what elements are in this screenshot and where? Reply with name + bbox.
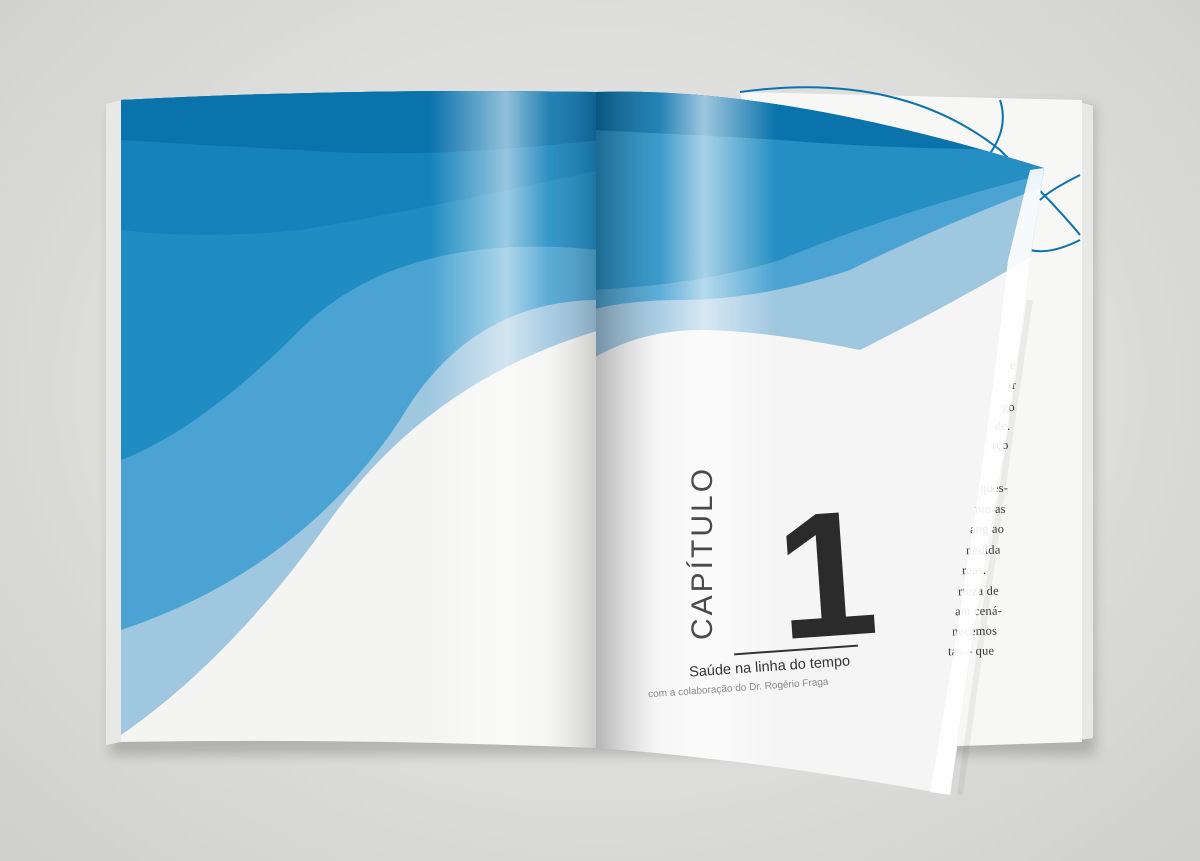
curled-page-overlay — [930, 168, 1044, 796]
chapter-label: CAPÍTULO — [686, 466, 720, 640]
chapter-number: 1 — [770, 471, 883, 678]
chapter-label-text: CAPÍTULO — [686, 465, 719, 640]
